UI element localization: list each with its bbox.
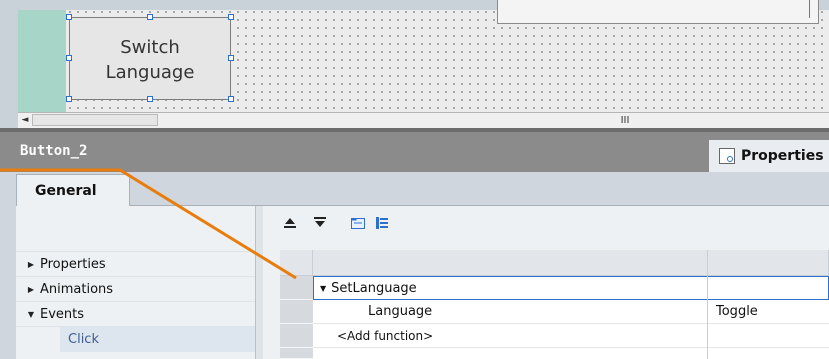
nav-item-label: Events <box>40 306 85 322</box>
nav-item-animations[interactable]: ▶ Animations <box>16 277 255 302</box>
switch-language-button[interactable]: Switch Language <box>69 17 231 100</box>
properties-icon <box>719 148 735 164</box>
function-name: SetLanguage <box>331 280 417 296</box>
scrollbar-thumb[interactable] <box>32 114 158 126</box>
expand-arrow-icon[interactable]: ▶ <box>22 260 40 269</box>
parameter-value-cell[interactable]: Toggle <box>708 300 829 324</box>
nav-item-properties[interactable]: ▶ Properties <box>16 252 255 277</box>
scrollbar-grip-glyph: III <box>620 114 630 126</box>
tab-general-label: General <box>35 182 97 199</box>
panel-splitter[interactable] <box>255 206 263 359</box>
switch-language-button-label: Switch Language <box>105 37 195 83</box>
column-divider <box>707 250 708 359</box>
collapse-arrow-icon[interactable]: ▼ <box>320 284 326 293</box>
row-header[interactable] <box>280 324 313 348</box>
nav-item-label: Animations <box>40 281 114 297</box>
expand-arrow-icon[interactable]: ▶ <box>22 285 40 294</box>
nav-item-click-label: Click <box>68 332 99 347</box>
folder-icon[interactable] <box>349 214 367 232</box>
selection-handle[interactable] <box>147 96 153 102</box>
canvas-top-widget[interactable] <box>497 0 819 24</box>
list-icon[interactable] <box>373 214 391 232</box>
selection-handle[interactable] <box>66 14 72 20</box>
nav-item-click[interactable]: Click <box>60 327 255 352</box>
selection-handle[interactable] <box>228 14 234 20</box>
category-nav-spacer <box>16 206 255 252</box>
inspector-title: Button_2 <box>20 143 88 159</box>
parameter-value: Toggle <box>716 304 758 319</box>
move-down-icon[interactable] <box>311 214 329 232</box>
add-function-cell[interactable]: <Add function> <box>313 324 708 348</box>
grid-column-header-value[interactable] <box>708 250 829 276</box>
canvas-left-frame <box>0 0 18 128</box>
scroll-left-glyph: ◄ <box>21 115 29 125</box>
nav-item-events[interactable]: ▼ Events <box>16 302 255 327</box>
row-header[interactable] <box>280 348 313 359</box>
properties-tab-label: Properties <box>741 148 824 164</box>
selection-handle[interactable] <box>66 96 72 102</box>
canvas-margin-strip <box>18 0 66 112</box>
tab-general[interactable]: General <box>16 174 130 206</box>
grid-column-header-name[interactable] <box>313 250 708 276</box>
nav-item-label: Properties <box>40 256 106 272</box>
properties-tab[interactable]: Properties <box>708 140 829 172</box>
selection-handle[interactable] <box>66 55 72 61</box>
selection-handle[interactable] <box>228 55 234 61</box>
add-function-label: <Add function> <box>337 328 434 343</box>
scroll-left-arrow-icon[interactable]: ◄ <box>18 113 32 127</box>
selection-handle[interactable] <box>147 14 153 20</box>
parameter-name: Language <box>368 304 433 319</box>
move-up-icon[interactable] <box>281 214 299 232</box>
selection-handle[interactable] <box>228 96 234 102</box>
empty-value-cell[interactable] <box>708 324 829 348</box>
row-header[interactable] <box>280 276 313 300</box>
parameter-name-cell[interactable]: Language <box>313 300 708 324</box>
scrollbar-grip-icon[interactable]: III <box>617 113 633 127</box>
inspector-header <box>0 132 829 172</box>
collapse-arrow-icon[interactable]: ▼ <box>22 310 40 319</box>
function-row-setlanguage[interactable]: ▼ SetLanguage <box>313 276 829 300</box>
grid-corner-header <box>280 250 313 276</box>
row-header[interactable] <box>280 300 313 324</box>
